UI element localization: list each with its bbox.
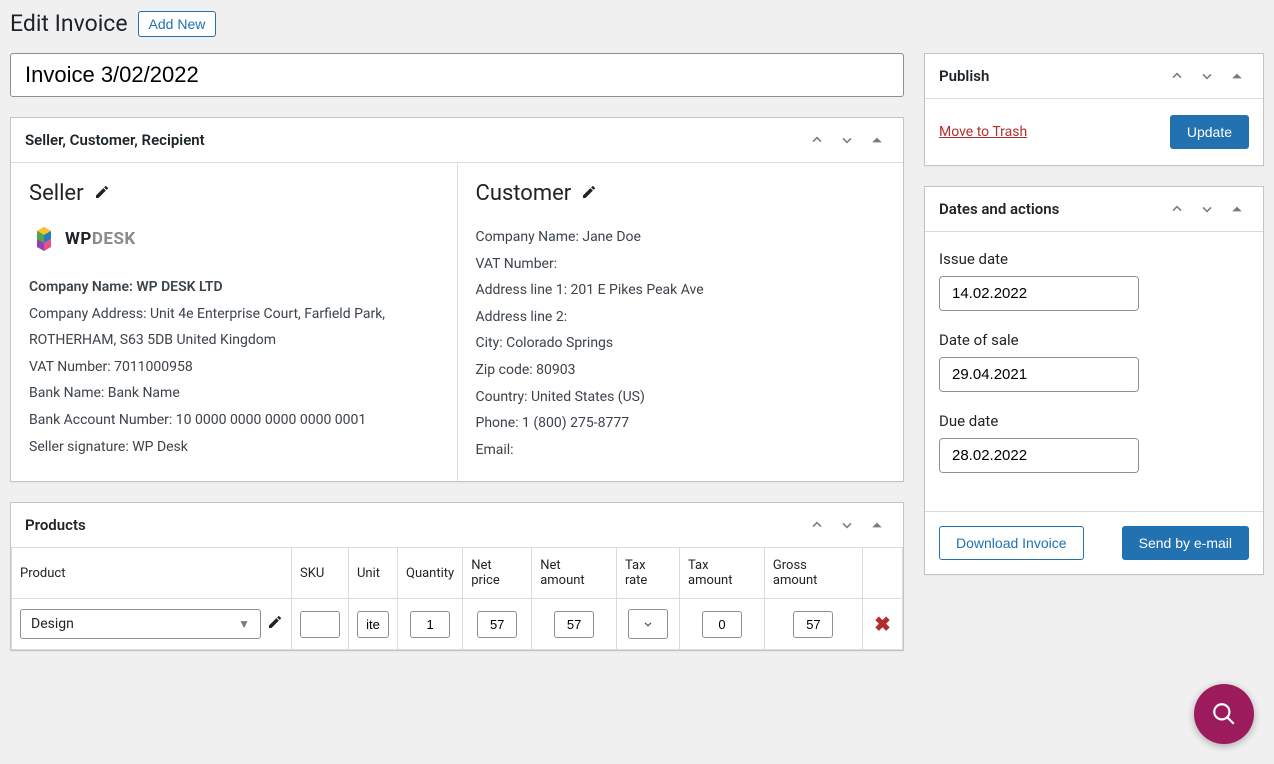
customer-heading: Customer: [476, 181, 572, 206]
customer-addr1: Address line 1: 201 E Pikes Peak Ave: [476, 277, 886, 304]
seller-account: Bank Account Number: 10 0000 0000 0000 0…: [29, 407, 439, 434]
collapse-button[interactable]: [865, 513, 889, 537]
issue-date-label: Issue date: [939, 250, 1249, 268]
seller-heading: Seller: [29, 181, 84, 206]
edit-seller-icon[interactable]: [94, 184, 110, 204]
tax-amount-input[interactable]: [702, 611, 742, 638]
th-product: Product: [12, 548, 292, 599]
logo-text-desk: DESK: [92, 229, 136, 249]
publish-metabox: Publish Move to Trash Update: [924, 53, 1264, 166]
table-row: Design ▼: [12, 599, 903, 650]
th-net-amount: Net amount: [532, 548, 617, 599]
add-new-button[interactable]: Add New: [138, 11, 217, 37]
move-up-button[interactable]: [1165, 197, 1189, 221]
customer-vat: VAT Number:: [476, 251, 886, 278]
seller-customer-metabox: Seller, Customer, Recipient Seller: [10, 117, 904, 482]
seller-logo: WPDESK: [29, 224, 439, 254]
seller-bank: Bank Name: Bank Name: [29, 380, 439, 407]
issue-date-input[interactable]: [940, 277, 1139, 310]
collapse-button[interactable]: [1225, 197, 1249, 221]
caret-down-icon: ▼: [238, 617, 250, 631]
dates-metabox: Dates and actions Issue date: [924, 186, 1264, 575]
customer-addr2: Address line 2:: [476, 304, 886, 331]
logo-text-wp: WP: [65, 229, 92, 249]
th-tax-rate: Tax rate: [616, 548, 679, 599]
due-date-label: Due date: [939, 412, 1249, 430]
th-net-price: Net price: [463, 548, 532, 599]
th-qty: Quantity: [398, 548, 463, 599]
gross-amount-input[interactable]: [793, 611, 833, 638]
unit-input[interactable]: [357, 611, 389, 638]
seller-signature: Seller signature: WP Desk: [29, 434, 439, 461]
due-date-input[interactable]: [940, 439, 1139, 472]
search-fab[interactable]: [1194, 684, 1254, 744]
move-down-button[interactable]: [1195, 64, 1219, 88]
customer-company: Company Name: Jane Doe: [476, 224, 886, 251]
sku-input[interactable]: [300, 611, 340, 638]
move-up-button[interactable]: [805, 513, 829, 537]
invoice-title-input[interactable]: [10, 53, 904, 97]
delete-row-icon[interactable]: ✖: [874, 612, 891, 636]
scr-heading: Seller, Customer, Recipient: [25, 131, 205, 149]
products-metabox: Products Product SKU Unit Quantity: [10, 502, 904, 651]
edit-product-icon[interactable]: [267, 614, 283, 634]
net-amount-input[interactable]: [554, 611, 594, 638]
th-tax-amount: Tax amount: [680, 548, 765, 599]
sale-date-input[interactable]: [940, 358, 1139, 391]
move-up-button[interactable]: [805, 128, 829, 152]
tax-rate-select[interactable]: [628, 609, 668, 639]
seller-vat: VAT Number: 7011000958: [29, 354, 439, 381]
customer-city: City: Colorado Springs: [476, 330, 886, 357]
move-to-trash-link[interactable]: Move to Trash: [939, 124, 1027, 140]
sale-date-label: Date of sale: [939, 331, 1249, 349]
product-select-value: Design: [31, 616, 74, 632]
seller-company: Company Name: WP DESK LTD: [29, 274, 439, 301]
customer-phone: Phone: 1 (800) 275-8777: [476, 410, 886, 437]
publish-heading: Publish: [939, 67, 989, 85]
collapse-button[interactable]: [865, 128, 889, 152]
th-gross-amount: Gross amount: [764, 548, 862, 599]
move-up-button[interactable]: [1165, 64, 1189, 88]
table-header-row: Product SKU Unit Quantity Net price Net …: [12, 548, 903, 599]
net-price-input[interactable]: [477, 611, 517, 638]
th-unit: Unit: [349, 548, 398, 599]
move-down-button[interactable]: [835, 128, 859, 152]
collapse-button[interactable]: [1225, 64, 1249, 88]
qty-input[interactable]: [410, 611, 450, 638]
th-sku: SKU: [292, 548, 349, 599]
customer-zip: Zip code: 80903: [476, 357, 886, 384]
update-button[interactable]: Update: [1170, 115, 1249, 149]
download-invoice-button[interactable]: Download Invoice: [939, 526, 1084, 560]
send-email-button[interactable]: Send by e-mail: [1122, 526, 1249, 560]
dates-heading: Dates and actions: [939, 200, 1059, 218]
edit-customer-icon[interactable]: [581, 184, 597, 204]
page-title: Edit Invoice: [10, 10, 128, 37]
move-down-button[interactable]: [1195, 197, 1219, 221]
customer-email: Email:: [476, 437, 886, 464]
move-down-button[interactable]: [835, 513, 859, 537]
customer-country: Country: United States (US): [476, 384, 886, 411]
products-heading: Products: [25, 516, 86, 534]
seller-address: Company Address: Unit 4e Enterprise Cour…: [29, 301, 439, 354]
product-select[interactable]: Design ▼: [20, 609, 261, 639]
